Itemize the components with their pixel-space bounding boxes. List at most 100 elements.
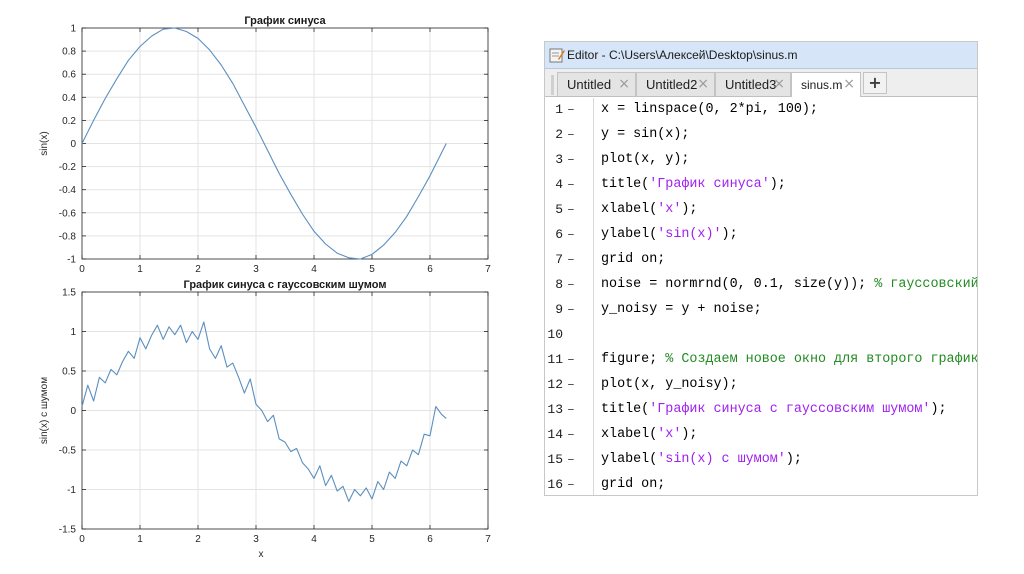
y-tick-label: 0.8 bbox=[62, 47, 76, 58]
x-tick-label: 6 bbox=[427, 264, 433, 275]
code-token: ); bbox=[785, 452, 802, 467]
chart-1: 0 1 2 3 4 5 6 7 -1 -0.8 -0.6 -0.4 -0.2 0 0.2 0.4 0.6 0.8 1… bbox=[39, 15, 491, 275]
breakpoint-dash[interactable]: – bbox=[567, 102, 575, 117]
code-line[interactable]: 4– title('График синуса'); bbox=[545, 173, 977, 198]
code-text: ylabel('sin(x)'); bbox=[601, 227, 738, 242]
code-line[interactable]: 11– figure; % Создаем новое окно для втор… bbox=[545, 348, 977, 373]
code-text: ylabel('sin(x) с шумом'); bbox=[601, 452, 802, 467]
breakpoint-dash[interactable]: – bbox=[567, 202, 575, 217]
code-line[interactable]: 14– xlabel('x'); bbox=[545, 423, 977, 448]
string-token: 'График синуса' bbox=[649, 177, 770, 192]
breakpoint-dash[interactable]: – bbox=[567, 252, 575, 267]
editor-tab[interactable]: sinus.m × bbox=[791, 72, 861, 97]
x-tick-label: 7 bbox=[485, 264, 491, 275]
code-token: grid on; bbox=[601, 477, 666, 492]
code-line[interactable]: 7– grid on; bbox=[545, 248, 977, 273]
breakpoint-dash[interactable]: – bbox=[567, 377, 575, 392]
x-tick-label: 3 bbox=[253, 534, 259, 545]
code-text: grid on; bbox=[601, 252, 665, 267]
y-axis-label: sin(x) с шумом bbox=[39, 377, 50, 444]
breakpoint-dash[interactable]: – bbox=[567, 352, 575, 367]
line-number: 16 bbox=[547, 477, 563, 492]
y-tick-label: -0.6 bbox=[59, 208, 77, 219]
line-number: 3 bbox=[555, 152, 563, 167]
code-token: plot(x, y); bbox=[601, 152, 690, 167]
breakpoint-dash[interactable]: – bbox=[567, 227, 575, 242]
code-token: ); bbox=[769, 177, 786, 192]
close-tab-icon[interactable]: × bbox=[773, 76, 785, 92]
line-number: 15 bbox=[547, 452, 563, 467]
y-tick-label: 0 bbox=[70, 406, 76, 417]
code-text: noise = normrnd(0, 0.1, size(y)); % гаус… bbox=[601, 277, 977, 292]
breakpoint-dash[interactable]: – bbox=[567, 452, 575, 467]
code-token: grid on; bbox=[601, 252, 666, 267]
code-line[interactable]: 15– ylabel('sin(x) с шумом'); bbox=[545, 448, 977, 473]
code-line[interactable]: 10 bbox=[545, 323, 977, 348]
code-text: x = linspace(0, 2*pi, 100); bbox=[601, 102, 818, 117]
y-tick-label: 1.5 bbox=[62, 288, 76, 299]
editor-tab[interactable]: Untitled3 × bbox=[715, 72, 791, 96]
code-line[interactable]: 13– title('График синуса с гауссовским шу… bbox=[545, 398, 977, 423]
add-tab-button[interactable]: + bbox=[863, 72, 887, 94]
code-line[interactable]: 5– xlabel('x'); bbox=[545, 198, 977, 223]
editor-app-icon bbox=[549, 48, 565, 63]
code-text: title('График синуса'); bbox=[601, 177, 786, 192]
code-token: ); bbox=[681, 427, 698, 442]
breakpoint-dash[interactable]: – bbox=[567, 427, 575, 442]
comment-token: % Создаем новое окно для второго графика bbox=[665, 352, 978, 367]
editor-tab[interactable]: Untitled2 × bbox=[636, 72, 715, 96]
close-tab-icon[interactable]: × bbox=[618, 76, 630, 92]
line-number: 9 bbox=[555, 302, 563, 317]
code-area[interactable]: 1– x = linspace(0, 2*pi, 100); 2– y = sin(x… bbox=[545, 98, 977, 495]
code-token: ); bbox=[721, 227, 738, 242]
code-token: xlabel( bbox=[601, 427, 658, 442]
code-token: title( bbox=[601, 402, 650, 417]
x-tick-label: 6 bbox=[427, 534, 433, 545]
x-tick-label: 1 bbox=[137, 534, 143, 545]
close-tab-icon[interactable]: × bbox=[843, 76, 855, 92]
x-tick-label: 0 bbox=[79, 264, 85, 275]
tabbar-edge bbox=[551, 75, 554, 95]
code-line[interactable]: 12– plot(x, y_noisy); bbox=[545, 373, 977, 398]
breakpoint-dash[interactable]: – bbox=[567, 177, 575, 192]
line-number: 8 bbox=[555, 277, 563, 292]
editor-tabbar: Untitled × Untitled2 × Untitled3 × sinus.m × + bbox=[545, 69, 977, 97]
y-tick-label: 1 bbox=[70, 327, 76, 338]
code-line[interactable]: 8– noise = normrnd(0, 0.1, size(y)); % га… bbox=[545, 273, 977, 298]
code-text: plot(x, y_noisy); bbox=[601, 377, 738, 392]
line-number: 7 bbox=[555, 252, 563, 267]
code-text: xlabel('x'); bbox=[601, 427, 697, 442]
breakpoint-dash[interactable]: – bbox=[567, 127, 575, 142]
code-line[interactable]: 2– y = sin(x); bbox=[545, 123, 977, 148]
x-tick-label: 0 bbox=[79, 534, 85, 545]
editor-tab[interactable]: Untitled × bbox=[557, 72, 636, 96]
x-tick-label: 7 bbox=[485, 534, 491, 545]
code-text: figure; % Создаем новое окно для второго… bbox=[601, 352, 978, 367]
y-tick-label: -1 bbox=[67, 485, 76, 496]
breakpoint-dash[interactable]: – bbox=[567, 152, 575, 167]
code-token: x = linspace(0, 2*pi, 100); bbox=[601, 102, 818, 117]
code-line[interactable]: 9– y_noisy = y + noise; bbox=[545, 298, 977, 323]
code-line[interactable]: 16– grid on; bbox=[545, 473, 977, 495]
code-line[interactable]: 1– x = linspace(0, 2*pi, 100); bbox=[545, 98, 977, 123]
breakpoint-dash[interactable]: – bbox=[567, 402, 575, 417]
breakpoint-dash[interactable]: – bbox=[567, 277, 575, 292]
string-token: 'График синуса с гауссовским шумом' bbox=[649, 402, 931, 417]
code-token: title( bbox=[601, 177, 650, 192]
breakpoint-dash[interactable]: – bbox=[567, 302, 575, 317]
code-text: y_noisy = y + noise; bbox=[601, 302, 762, 317]
string-token: 'x' bbox=[657, 427, 682, 442]
y-tick-label: 0.4 bbox=[62, 93, 76, 104]
line-number: 14 bbox=[547, 427, 563, 442]
close-tab-icon[interactable]: × bbox=[697, 76, 709, 92]
breakpoint-dash[interactable]: – bbox=[567, 477, 575, 492]
editor-titlebar[interactable]: Editor - C:\Users\Алексей\Desktop\sinus.… bbox=[545, 42, 977, 69]
y-tick-label: 0 bbox=[70, 139, 76, 150]
tab-label: sinus.m bbox=[801, 78, 843, 92]
line-number: 5 bbox=[555, 202, 563, 217]
code-line[interactable]: 6– ylabel('sin(x)'); bbox=[545, 223, 977, 248]
y-tick-label: 0.2 bbox=[62, 116, 76, 127]
code-line[interactable]: 3– plot(x, y); bbox=[545, 148, 977, 173]
code-token: noise = normrnd(0, 0.1, size(y)); bbox=[601, 277, 875, 292]
code-token: ); bbox=[930, 402, 947, 417]
